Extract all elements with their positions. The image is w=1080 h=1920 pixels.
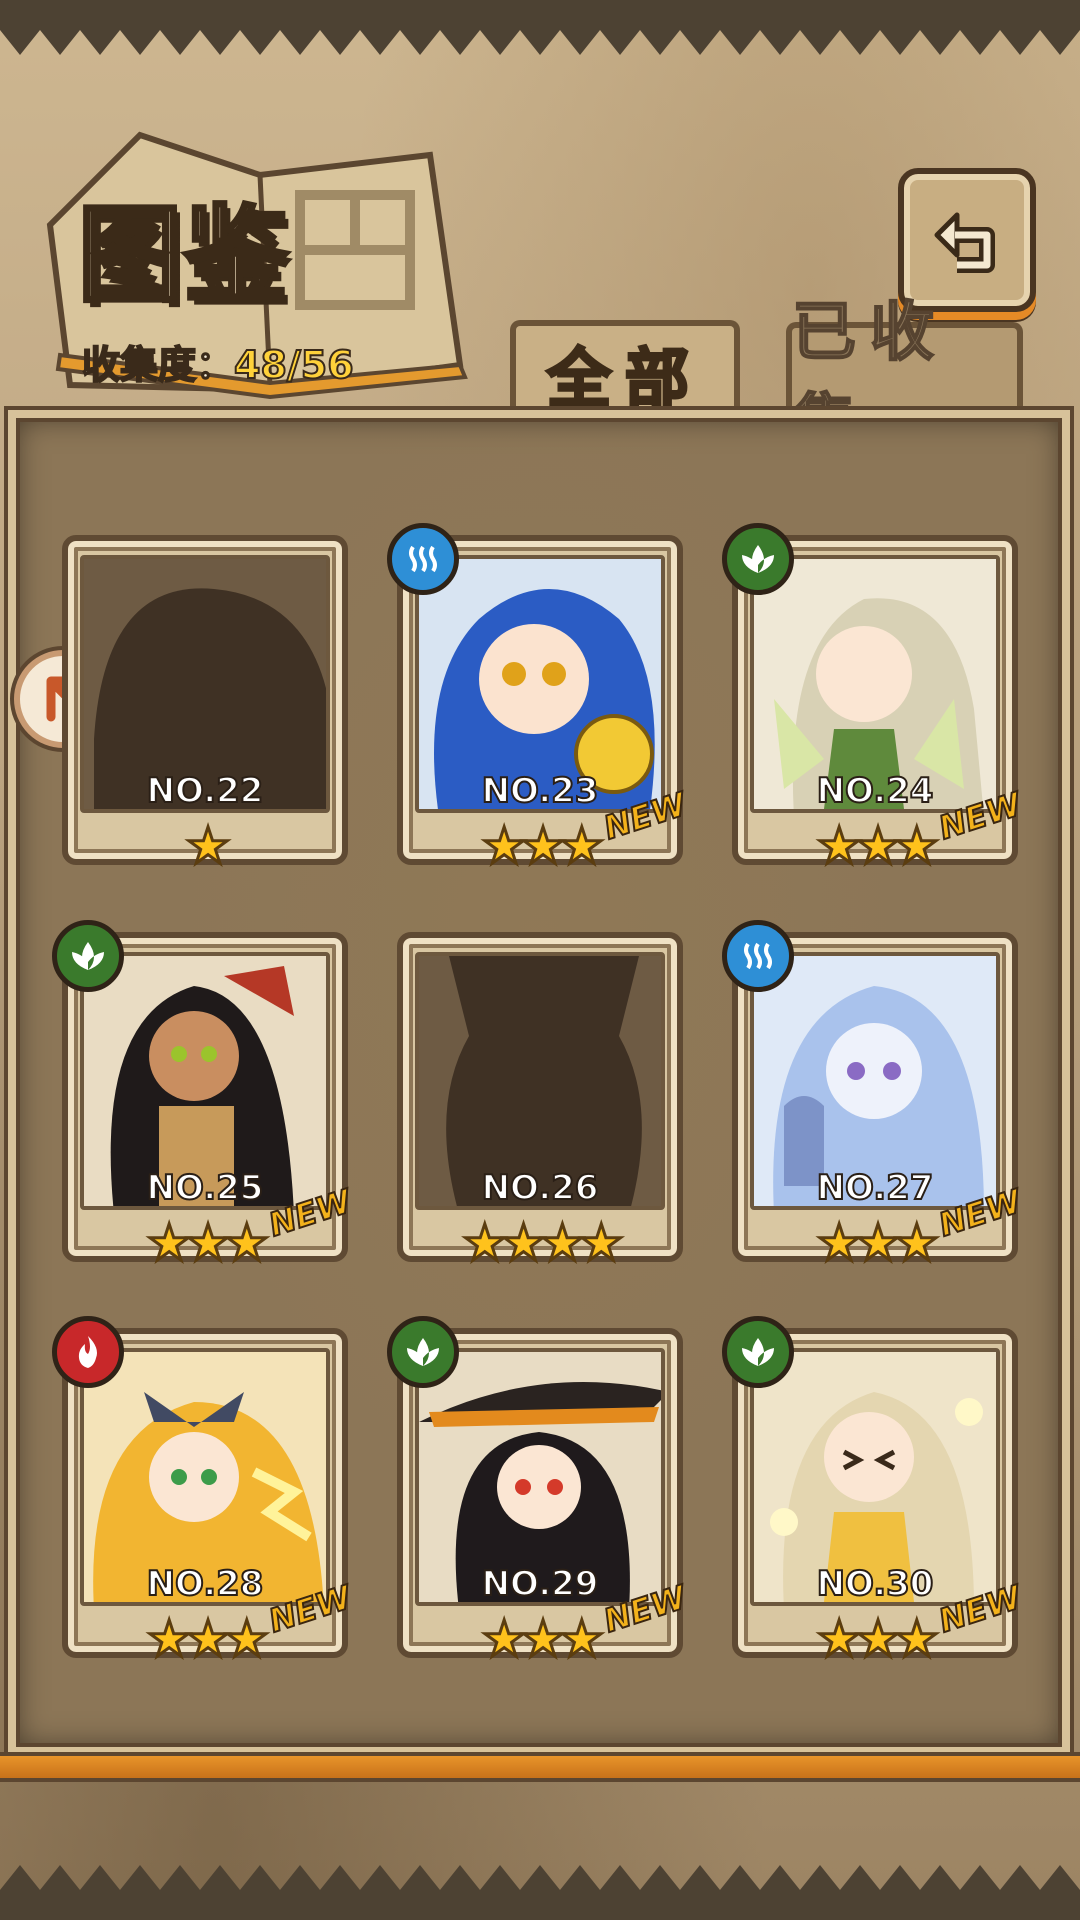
fire-element-icon <box>52 1316 124 1388</box>
leaf-element-icon <box>722 523 794 595</box>
leaf-element-icon <box>387 1316 459 1388</box>
tab-collected[interactable]: 已收集 <box>786 295 1023 463</box>
star-rating: ★★★ <box>815 1214 940 1272</box>
back-arrow-icon <box>934 212 995 273</box>
card-no-30[interactable]: NO.30 NEW ★★★ <box>722 1316 1027 1668</box>
water-element-icon <box>387 523 459 595</box>
card-no-25[interactable]: NO.25 NEW ★★★ <box>52 920 357 1272</box>
star-rating: ★★★ <box>145 1610 270 1668</box>
star-rating: ★ <box>184 817 232 875</box>
page-title: 图鉴 <box>76 191 291 318</box>
star-rating: ★★★ <box>480 1610 605 1668</box>
card-no-26[interactable]: NO.26 ★★★★ <box>397 932 683 1272</box>
bottom-zigzag-border <box>0 1865 1080 1920</box>
card-no-22[interactable]: NO.22 ★ <box>62 535 348 875</box>
card-no-29[interactable]: NO.29 NEW ★★★ <box>387 1316 692 1668</box>
star-rating: ★★★ <box>145 1214 270 1272</box>
card-number: NO.22 <box>146 770 265 812</box>
card-number: NO.26 <box>481 1167 600 1209</box>
card-no-24[interactable]: NO.24 NEW ★★★ <box>722 523 1027 875</box>
water-element-icon <box>722 920 794 992</box>
card-no-23[interactable]: NO.23 NEW ★★★ <box>387 523 692 875</box>
star-rating: ★★★ <box>815 1610 940 1668</box>
star-rating: ★★★ <box>815 817 940 875</box>
collection-progress: 收集度：48/56 <box>81 334 355 389</box>
card-no-27[interactable]: NO.27 NEW ★★★ <box>722 920 1027 1272</box>
collection-value: 48/56 <box>233 342 355 388</box>
top-zigzag-border <box>0 0 1080 55</box>
collection-label: 收集度： <box>81 342 235 388</box>
tab-all-label: 全部 <box>546 342 703 419</box>
leaf-element-icon <box>52 920 124 992</box>
star-rating: ★★★★ <box>461 1214 625 1272</box>
tab-all[interactable]: 全部 <box>510 320 740 422</box>
leaf-element-icon <box>722 1316 794 1388</box>
star-rating: ★★★ <box>480 817 605 875</box>
panel-bottom-strip <box>0 1752 1080 1782</box>
card-no-28[interactable]: NO.28 NEW ★★★ <box>52 1316 357 1668</box>
